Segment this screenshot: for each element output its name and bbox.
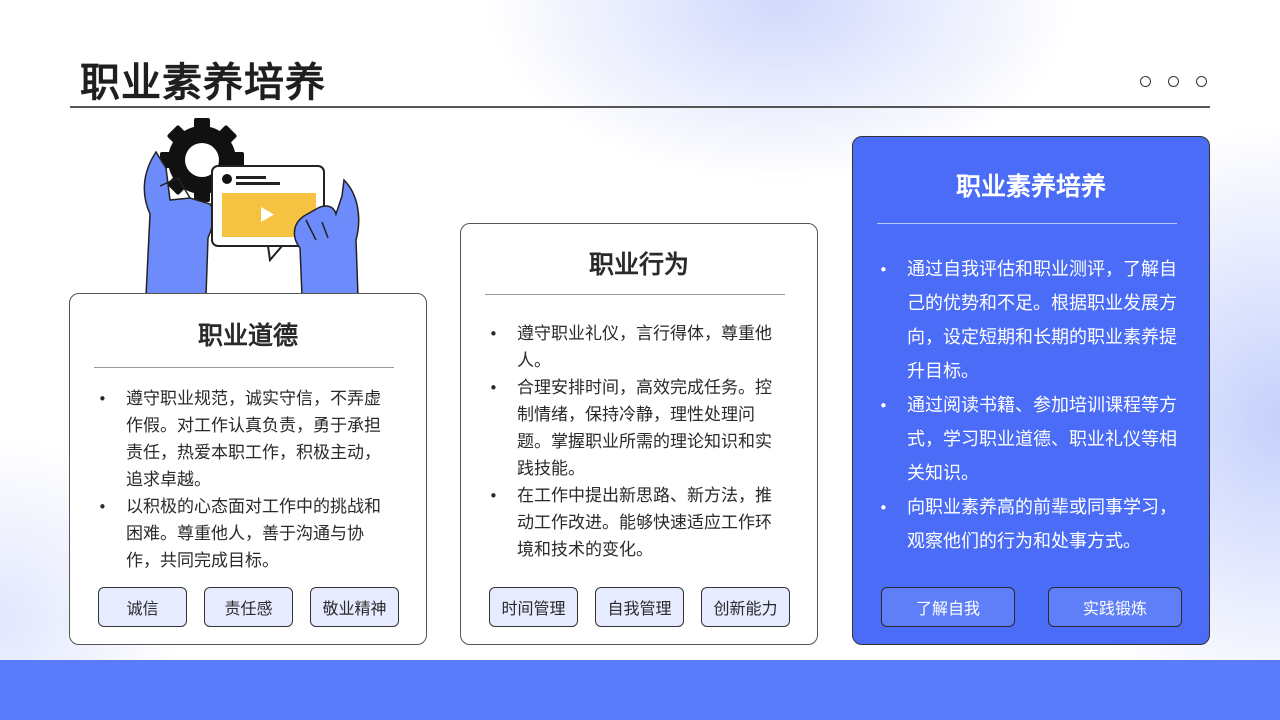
tag-self-management[interactable]: 自我管理 bbox=[595, 587, 684, 627]
footer-band bbox=[0, 660, 1280, 720]
bullet-item: 通过阅读书籍、参加培训课程等方式，学习职业道德、职业礼仪等相关知识。 bbox=[879, 389, 1185, 491]
tag-practice[interactable]: 实践锻炼 bbox=[1048, 587, 1182, 627]
card-cultivation: 职业素养培养 通过自我评估和职业测评，了解自己的优势和不足。根据职业发展方向，设… bbox=[852, 136, 1210, 645]
card-professional-ethics: 职业道德 遵守职业规范，诚实守信，不弄虚作假。对工作认真负责，勇于承担责任，热爱… bbox=[69, 293, 427, 645]
tag-group: 诚信 责任感 敬业精神 bbox=[98, 587, 399, 627]
bullet-list: 遵守职业规范，诚实守信，不弄虚作假。对工作认真负责，勇于承担责任，热爱本职工作，… bbox=[96, 386, 396, 575]
card-divider bbox=[877, 223, 1177, 224]
bullet-item: 遵守职业规范，诚实守信，不弄虚作假。对工作认真负责，勇于承担责任，热爱本职工作，… bbox=[96, 386, 396, 494]
bullet-item: 通过自我评估和职业测评，了解自己的优势和不足。根据职业发展方向，设定短期和长期的… bbox=[879, 253, 1185, 389]
bullet-item: 在工作中提出新思路、新方法，推动工作改进。能够快速适应工作环境和技术的变化。 bbox=[487, 483, 787, 564]
bullet-item: 向职业素养高的前辈或同事学习，观察他们的行为和处事方式。 bbox=[879, 491, 1185, 559]
tag-responsibility[interactable]: 责任感 bbox=[204, 587, 293, 627]
bullet-item: 以积极的心态面对工作中的挑战和困难。尊重他人，善于沟通与协作，共同完成目标。 bbox=[96, 494, 396, 575]
tag-group: 时间管理 自我管理 创新能力 bbox=[489, 587, 790, 627]
card-divider bbox=[94, 367, 394, 368]
dot bbox=[1140, 76, 1151, 87]
title-divider bbox=[70, 106, 1210, 108]
tag-know-yourself[interactable]: 了解自我 bbox=[881, 587, 1015, 627]
tag-dedication[interactable]: 敬业精神 bbox=[310, 587, 399, 627]
hands-video-illustration bbox=[143, 118, 360, 296]
card-heading: 职业素养培养 bbox=[955, 172, 1106, 201]
page-title: 职业素养培养 bbox=[80, 60, 326, 106]
card-heading: 职业道德 bbox=[197, 321, 298, 350]
tag-time-management[interactable]: 时间管理 bbox=[489, 587, 578, 627]
dot bbox=[1168, 76, 1179, 87]
dot bbox=[1196, 76, 1207, 87]
bullet-item: 遵守职业礼仪，言行得体，尊重他人。 bbox=[487, 321, 787, 375]
card-heading: 职业行为 bbox=[588, 250, 689, 279]
tag-group: 了解自我 实践锻炼 bbox=[881, 587, 1182, 627]
card-divider bbox=[485, 294, 785, 295]
card-professional-behavior: 职业行为 遵守职业礼仪，言行得体，尊重他人。 合理安排时间，高效完成任务。控制情… bbox=[460, 223, 818, 645]
bullet-item: 合理安排时间，高效完成任务。控制情绪，保持冷静，理性处理问题。掌握职业所需的理论… bbox=[487, 375, 787, 483]
bullet-list: 通过自我评估和职业测评，了解自己的优势和不足。根据职业发展方向，设定短期和长期的… bbox=[879, 253, 1185, 559]
window-dots-icon bbox=[1140, 76, 1207, 87]
bullet-list: 遵守职业礼仪，言行得体，尊重他人。 合理安排时间，高效完成任务。控制情绪，保持冷… bbox=[487, 321, 787, 564]
tag-innovation[interactable]: 创新能力 bbox=[701, 587, 790, 627]
tag-integrity[interactable]: 诚信 bbox=[98, 587, 187, 627]
